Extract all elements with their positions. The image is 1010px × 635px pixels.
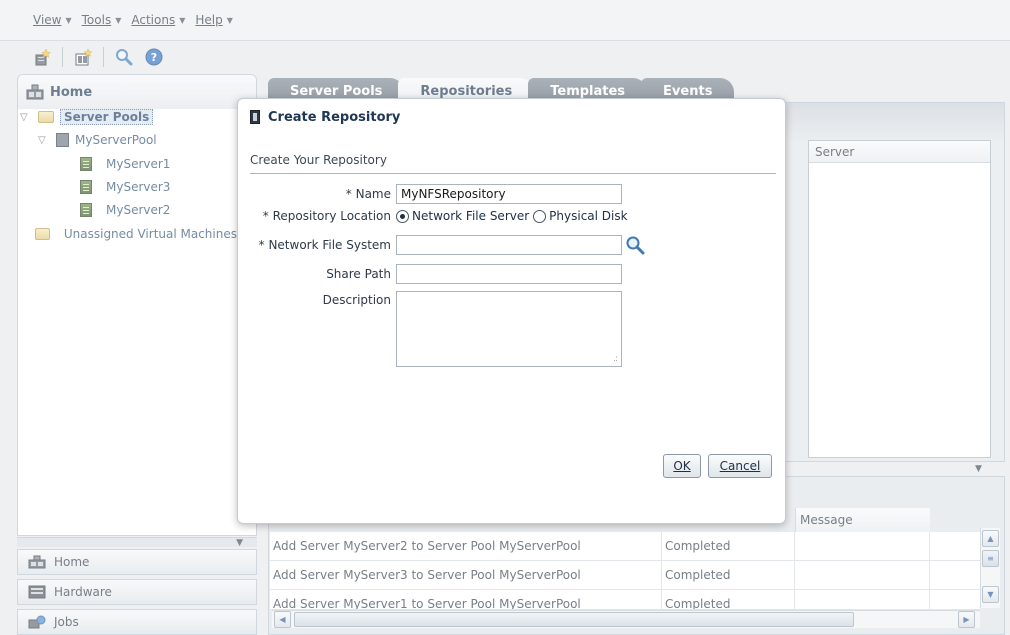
radio-network-file-server[interactable]: Network File Server <box>396 209 529 223</box>
radio-unselected-icon <box>533 209 547 223</box>
cancel-button[interactable]: Cancel <box>708 454 772 478</box>
section-divider <box>250 173 776 174</box>
description-textarea[interactable]: .: <box>396 291 622 367</box>
share-path-label: Share Path <box>326 267 391 281</box>
radio-label: Physical Disk <box>549 209 628 223</box>
description-row: Description .: <box>250 291 622 367</box>
radio-label: Network File Server <box>412 209 530 223</box>
resize-grip-icon[interactable]: .: <box>613 354 618 364</box>
nfs-label: * Network File System <box>258 238 391 252</box>
name-input[interactable] <box>396 184 622 204</box>
name-label: * Name <box>345 187 391 201</box>
ok-button[interactable]: OK <box>663 454 701 478</box>
share-path-input[interactable] <box>396 264 622 284</box>
nfs-input[interactable] <box>396 235 622 255</box>
dialog-titlebar[interactable]: Create Repository <box>238 99 785 135</box>
radio-physical-disk[interactable]: Physical Disk <box>533 209 628 223</box>
share-path-row: Share Path <box>250 264 622 284</box>
create-repository-dialog: Create Repository Create Your Repository… <box>237 98 786 524</box>
radio-selected-icon <box>396 209 409 223</box>
dialog-section-title: Create Your Repository <box>250 153 387 167</box>
search-icon[interactable] <box>625 235 645 255</box>
location-label: * Repository Location <box>262 209 391 223</box>
nfs-row: * Network File System <box>250 235 645 255</box>
name-row: * Name <box>250 184 622 204</box>
repository-icon <box>250 110 260 124</box>
description-label: Description <box>322 293 391 307</box>
location-row: * Repository Location Network File Serve… <box>250 209 632 223</box>
dialog-title: Create Repository <box>268 109 401 125</box>
